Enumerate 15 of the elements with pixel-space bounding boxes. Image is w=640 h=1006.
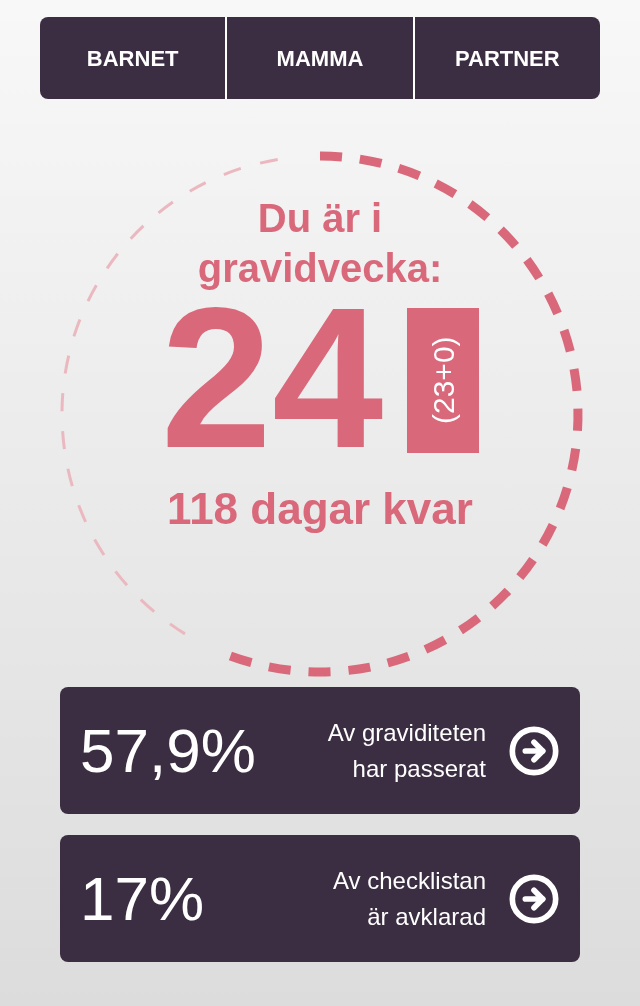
week-detail: (23+0) xyxy=(407,308,480,453)
days-left: 118 dagar kvar xyxy=(167,483,473,535)
stat-card[interactable]: 57,9% Av graviditeten har passerat xyxy=(60,687,580,814)
tab[interactable]: MAMMA xyxy=(225,17,413,99)
stat-value: 57,9% xyxy=(80,719,256,782)
arrow-right-icon xyxy=(508,872,560,925)
tab[interactable]: PARTNER xyxy=(412,17,600,99)
stat-text: Av graviditeten har passerat xyxy=(327,717,486,784)
stat-value: 17% xyxy=(80,867,205,930)
stat-card[interactable]: 17% Av checklistan är avklarad xyxy=(60,835,580,962)
tab[interactable]: BARNET xyxy=(40,17,226,99)
week-title: Du är i gravidvecka: xyxy=(196,195,444,292)
arrow-right-icon xyxy=(508,724,560,777)
stat-text: Av checklistan är avklarad xyxy=(333,865,486,932)
week-number: 24 xyxy=(160,303,384,453)
